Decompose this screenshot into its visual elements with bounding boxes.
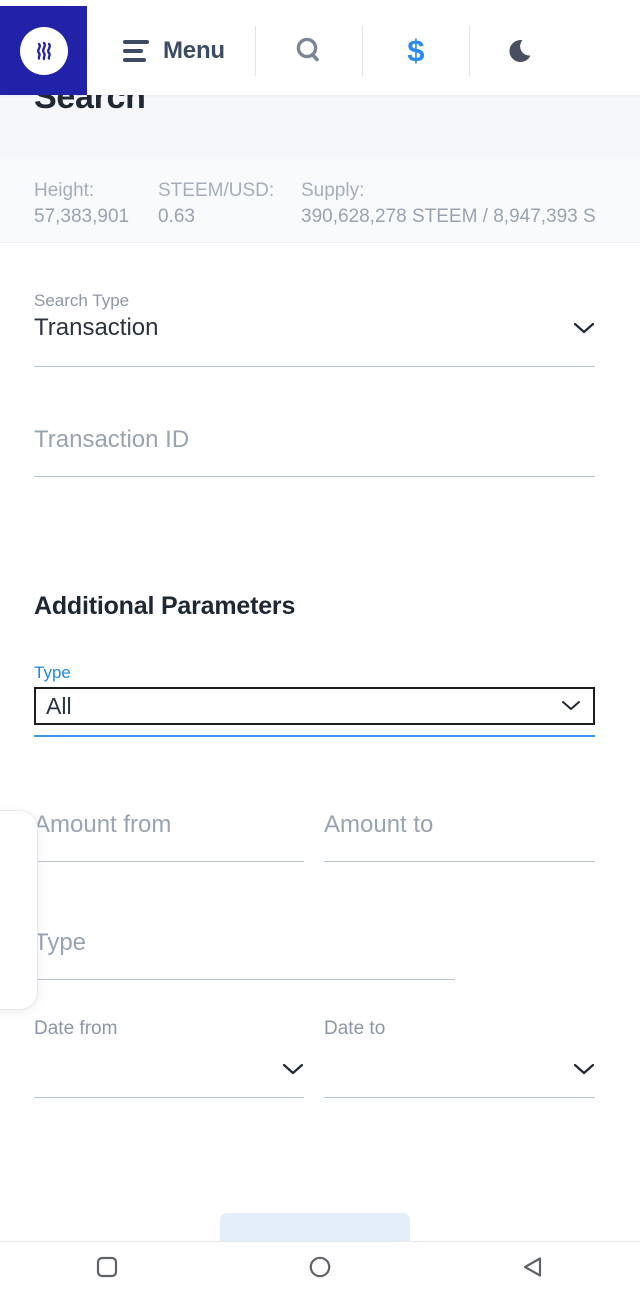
search-type-value: Transaction (34, 314, 159, 341)
stat-height-label: Height: (34, 180, 95, 201)
chevron-down-icon (282, 1062, 304, 1076)
stat-price-label: STEEM/USD: (158, 180, 275, 201)
amount-from-input[interactable]: Amount from (34, 808, 304, 862)
search-icon[interactable] (286, 28, 332, 74)
dollar-glyph: $ (407, 33, 425, 68)
dollar-icon[interactable]: $ (393, 28, 439, 74)
triangle-left-icon (520, 1254, 546, 1285)
transaction-id-input[interactable]: Transaction ID (34, 423, 595, 477)
amount-from-placeholder: Amount from (34, 811, 172, 838)
type-text-input[interactable]: Type (34, 926, 455, 980)
home-button[interactable] (275, 1242, 365, 1297)
search-type-underline (34, 366, 595, 367)
amount-to-placeholder: Amount to (324, 811, 434, 838)
transaction-id-placeholder: Transaction ID (34, 426, 190, 453)
date-to-picker[interactable]: Date to (324, 1018, 595, 1098)
chevron-down-icon (561, 699, 581, 717)
logo-button[interactable] (0, 6, 87, 95)
date-to-underline (324, 1097, 595, 1098)
back-button[interactable] (488, 1242, 578, 1297)
type-text-placeholder: Type (34, 929, 87, 956)
type-text-underline (34, 979, 455, 980)
circle-icon (307, 1254, 333, 1285)
search-type-select[interactable]: Search Type Transaction (34, 291, 595, 367)
menu-button[interactable]: Menu (123, 37, 225, 65)
stat-supply-label: Supply: (301, 180, 365, 201)
date-from-picker[interactable]: Date from (34, 1018, 304, 1098)
app-root: Search Menu $ Height: 57,383,901 STEEM/U… (0, 0, 640, 1297)
header-actions: Menu $ (87, 6, 640, 95)
dropdown-overlay-panel[interactable] (0, 810, 38, 1010)
amount-to-underline (324, 861, 595, 862)
search-type-label: Search Type (34, 291, 130, 310)
hamburger-icon (123, 39, 149, 62)
stat-price: STEEM/USD: 0.63 (158, 178, 301, 230)
amount-to-input[interactable]: Amount to (324, 808, 595, 862)
chain-stats-list: Height: 57,383,901 STEEM/USD: 0.63 Suppl… (34, 178, 596, 230)
amount-from-underline (34, 861, 304, 862)
app-header: Menu $ (0, 6, 640, 95)
parameter-type-select[interactable]: Type All (34, 663, 595, 737)
date-to-label: Date to (324, 1018, 386, 1039)
transaction-id-underline (34, 476, 595, 477)
chevron-down-icon (573, 321, 595, 335)
stat-height-value: 57,383,901 (34, 206, 130, 227)
additional-parameters-title: Additional Parameters (34, 592, 296, 620)
parameter-type-value: All (46, 692, 72, 719)
date-from-label: Date from (34, 1018, 118, 1039)
stat-height: Height: 57,383,901 (34, 178, 158, 230)
date-from-underline (34, 1097, 304, 1098)
parameter-type-label: Type (34, 663, 71, 682)
square-icon (94, 1254, 120, 1285)
search-form: Search Type Transaction Transaction ID A… (0, 243, 640, 1187)
stat-supply-value: 390,628,278 STEEM / 8,947,393 S (301, 206, 596, 227)
stat-price-value: 0.63 (158, 206, 195, 227)
header-divider (254, 25, 256, 76)
chain-stats-bar: Height: 57,383,901 STEEM/USD: 0.63 Suppl… (0, 159, 640, 243)
header-divider (361, 25, 363, 76)
android-navigation-bar (0, 1241, 640, 1297)
chevron-down-icon (573, 1062, 595, 1076)
parameter-type-box[interactable]: All (34, 687, 595, 725)
header-divider (468, 25, 470, 76)
steem-logo-icon (19, 26, 68, 75)
menu-button-label: Menu (163, 36, 225, 64)
moon-icon[interactable] (500, 28, 546, 74)
recents-button[interactable] (62, 1242, 152, 1297)
parameter-type-underline (34, 735, 595, 737)
stat-supply: Supply: 390,628,278 STEEM / 8,947,393 S (301, 178, 596, 230)
